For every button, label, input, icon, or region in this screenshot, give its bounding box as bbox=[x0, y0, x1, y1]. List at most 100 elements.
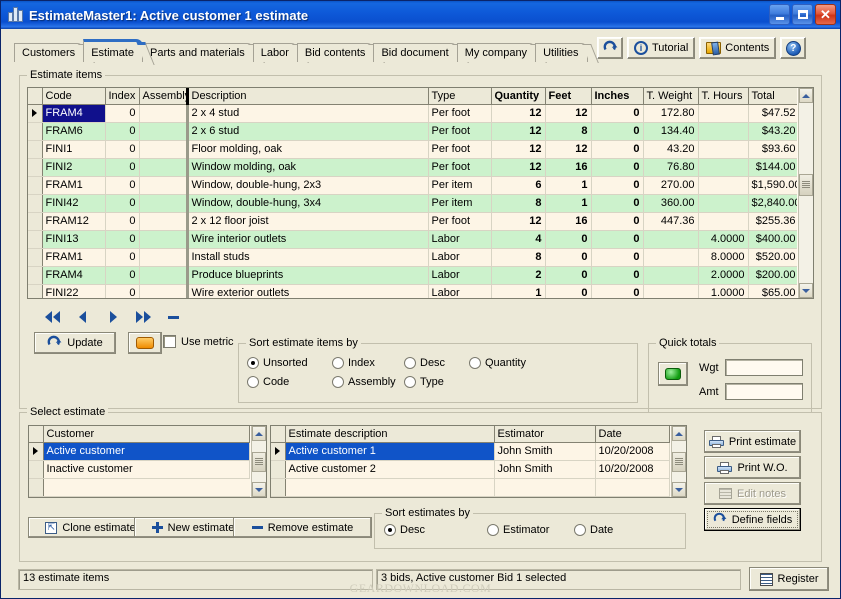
cell-code[interactable]: FRAM12 bbox=[42, 212, 105, 230]
cell-inches[interactable]: 0 bbox=[591, 104, 643, 122]
column-header-type[interactable]: Type bbox=[428, 88, 491, 104]
cell-assembly[interactable] bbox=[139, 248, 187, 266]
cell-total[interactable]: $200.00 bbox=[748, 266, 797, 284]
use-metric-checkbox[interactable]: Use metric bbox=[163, 335, 234, 348]
cell-total[interactable]: $47.52 bbox=[748, 104, 797, 122]
cell-assembly[interactable] bbox=[139, 140, 187, 158]
column-header-t-weight[interactable]: T. Weight bbox=[643, 88, 698, 104]
cell-type[interactable]: Per foot bbox=[428, 158, 491, 176]
cell-type[interactable]: Labor bbox=[428, 266, 491, 284]
cell-feet[interactable]: 12 bbox=[545, 104, 591, 122]
remove-estimate-button[interactable]: Remove estimate bbox=[233, 517, 372, 538]
cell-type[interactable]: Labor bbox=[428, 284, 491, 298]
cell-index[interactable]: 0 bbox=[105, 212, 139, 230]
cell-assembly[interactable] bbox=[139, 230, 187, 248]
tab-labor[interactable]: Labor bbox=[253, 43, 298, 62]
cell-inches[interactable]: 0 bbox=[591, 212, 643, 230]
cell-hours[interactable] bbox=[698, 104, 748, 122]
radio-unsorted[interactable] bbox=[247, 357, 259, 369]
sort-option-unsorted[interactable]: Unsorted bbox=[247, 357, 332, 369]
cell-inches[interactable]: 0 bbox=[591, 140, 643, 158]
cell-quantity[interactable]: 6 bbox=[491, 176, 545, 194]
grid-vertical-scrollbar[interactable] bbox=[798, 88, 813, 298]
estimate-vertical-scrollbar[interactable] bbox=[671, 426, 686, 497]
cell-total[interactable]: $255.36 bbox=[748, 212, 797, 230]
sort-estimates-option-desc[interactable]: Desc bbox=[384, 524, 487, 536]
column-header-feet[interactable]: Feet bbox=[545, 88, 591, 104]
update-button[interactable]: Update bbox=[34, 332, 116, 354]
column-header-t-hours[interactable]: T. Hours bbox=[698, 88, 748, 104]
cell-assembly[interactable] bbox=[139, 212, 187, 230]
table-row[interactable]: FINI13 0 Wire interior outlets Labor 4 0… bbox=[28, 230, 797, 248]
cell-total[interactable]: $2,840.00 bbox=[748, 194, 797, 212]
cell-hours[interactable] bbox=[698, 176, 748, 194]
cell-weight[interactable] bbox=[643, 284, 698, 298]
cell-assembly[interactable] bbox=[139, 176, 187, 194]
cell-index[interactable]: 0 bbox=[105, 104, 139, 122]
cell-code[interactable]: FRAM1 bbox=[42, 176, 105, 194]
cell-feet[interactable]: 1 bbox=[545, 176, 591, 194]
cell-quantity[interactable]: 8 bbox=[491, 194, 545, 212]
customer-vertical-scrollbar[interactable] bbox=[251, 426, 266, 497]
cell-index[interactable]: 0 bbox=[105, 140, 139, 158]
scroll-thumb[interactable] bbox=[799, 174, 813, 196]
cell-hours[interactable] bbox=[698, 140, 748, 158]
sort-option-desc[interactable]: Desc bbox=[404, 357, 469, 369]
scroll-thumb[interactable] bbox=[672, 452, 686, 472]
last-record-button[interactable] bbox=[128, 308, 158, 326]
cell-weight[interactable]: 172.80 bbox=[643, 104, 698, 122]
sort-estimates-option-estimator[interactable]: Estimator bbox=[487, 524, 574, 536]
cell-type[interactable]: Labor bbox=[428, 248, 491, 266]
column-header-assembly[interactable]: Assembly bbox=[139, 88, 187, 104]
cell-assembly[interactable] bbox=[139, 266, 187, 284]
checkbox-box[interactable] bbox=[163, 335, 176, 348]
list-item[interactable]: Active customer bbox=[29, 442, 250, 460]
cell-inches[interactable]: 0 bbox=[591, 158, 643, 176]
cell-estimator[interactable]: John Smith bbox=[494, 460, 595, 478]
cell-type[interactable]: Per foot bbox=[428, 104, 491, 122]
sort-option-type[interactable]: Type bbox=[404, 376, 444, 388]
cell-weight[interactable]: 447.36 bbox=[643, 212, 698, 230]
radio-estimator[interactable] bbox=[487, 524, 499, 536]
cell-code[interactable]: FRAM4 bbox=[42, 266, 105, 284]
column-header-inches[interactable]: Inches bbox=[591, 88, 643, 104]
tab-estimate[interactable]: Estimate bbox=[83, 39, 143, 62]
contents-button[interactable]: Contents bbox=[699, 37, 776, 59]
cell-assembly[interactable] bbox=[139, 284, 187, 298]
cell-hours[interactable]: 2.0000 bbox=[698, 266, 748, 284]
column-header-total[interactable]: Total bbox=[748, 88, 797, 104]
table-row[interactable]: FRAM12 0 2 x 12 floor joist Per foot 12 … bbox=[28, 212, 797, 230]
close-button[interactable]: ✕ bbox=[815, 4, 836, 25]
cell-code[interactable]: FINI22 bbox=[42, 284, 105, 298]
cell-inches[interactable]: 0 bbox=[591, 176, 643, 194]
cell-feet[interactable]: 16 bbox=[545, 212, 591, 230]
cell-feet[interactable]: 0 bbox=[545, 284, 591, 298]
cell-inches[interactable]: 0 bbox=[591, 230, 643, 248]
cell-feet[interactable]: 0 bbox=[545, 248, 591, 266]
cell-description[interactable]: 2 x 12 floor joist bbox=[187, 212, 428, 230]
cell-hours[interactable] bbox=[698, 194, 748, 212]
first-record-button[interactable] bbox=[38, 308, 68, 326]
refresh-button[interactable] bbox=[597, 37, 623, 59]
print-estimate-button[interactable]: Print estimate bbox=[704, 430, 801, 453]
column-header-quantity[interactable]: Quantity bbox=[491, 88, 545, 104]
cell-index[interactable]: 0 bbox=[105, 122, 139, 140]
cell-weight[interactable] bbox=[643, 248, 698, 266]
table-row[interactable]: FINI42 0 Window, double-hung, 3x4 Per it… bbox=[28, 194, 797, 212]
radio-type[interactable] bbox=[404, 376, 416, 388]
cell-code[interactable]: FINI42 bbox=[42, 194, 105, 212]
cell-description[interactable]: Wire interior outlets bbox=[187, 230, 428, 248]
cell-total[interactable]: $144.00 bbox=[748, 158, 797, 176]
list-item[interactable]: Active customer 2 John Smith 10/20/2008 bbox=[271, 460, 670, 478]
cell-index[interactable]: 0 bbox=[105, 176, 139, 194]
scroll-up-button[interactable] bbox=[799, 88, 813, 103]
cell-customer[interactable]: Active customer bbox=[43, 442, 250, 460]
scroll-down-button[interactable] bbox=[252, 482, 266, 497]
cell-code[interactable]: FRAM4 bbox=[42, 104, 105, 122]
cell-description[interactable]: Window, double-hung, 3x4 bbox=[187, 194, 428, 212]
tab-utilities[interactable]: Utilities bbox=[535, 43, 587, 62]
column-header-description[interactable]: Description bbox=[187, 88, 428, 104]
cell-weight[interactable]: 43.20 bbox=[643, 140, 698, 158]
cell-type[interactable]: Per foot bbox=[428, 140, 491, 158]
cell-index[interactable]: 0 bbox=[105, 194, 139, 212]
